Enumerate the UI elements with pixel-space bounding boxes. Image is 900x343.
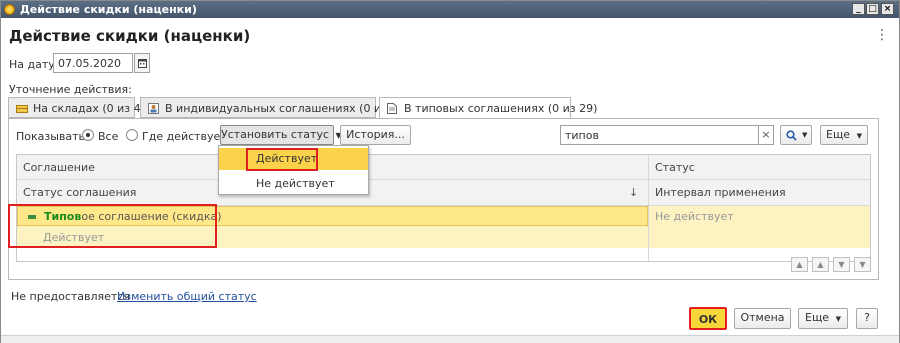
tab-individual-agreements[interactable]: В индивидуальных соглашениях (0 из 39) [140,97,409,118]
cancel-button[interactable]: Отмена [734,308,791,329]
refine-label: Уточнение действия: [9,83,132,96]
tab-label: На складах (0 из 42) [33,102,152,115]
sort-down-icon: ↓ [629,186,639,199]
callout-row [8,204,217,248]
search-icon [786,130,797,141]
title-bar: Действие скидки (наценки) _ □ × [1,1,899,18]
scroll-down-button[interactable]: ▼ [833,257,850,272]
tab-typical-agreements[interactable]: В типовых соглашениях (0 из 29) [379,97,597,119]
status-value: Не действует [655,210,734,223]
close-button[interactable]: × [881,3,894,15]
help-button[interactable]: ? [856,308,878,329]
show-label: Показывать: [16,130,89,143]
set-status-label: Установить статус [221,128,330,141]
search-input[interactable]: типов [560,125,759,145]
page-title: Действие скидки (наценки) [9,27,251,45]
menu-item-inactive[interactable]: Не действует [219,173,368,195]
callout-menu-item [246,148,318,171]
scroll-first-button[interactable]: ▲ [791,257,808,272]
radio-where-active-label[interactable]: Где действует [142,130,227,143]
minimize-button[interactable]: _ [852,3,865,15]
dropdown-arrow-icon: ▼ [835,315,841,323]
date-label: На дату: [9,58,59,71]
tab-label: В типовых соглашениях (0 из 29) [404,102,598,115]
radio-all-label[interactable]: Все [98,130,118,143]
more-button[interactable]: Еще ▼ [820,125,868,145]
status-text: Не предоставляется [11,290,130,303]
calendar-icon [138,59,147,68]
status-cell[interactable]: Не действует [649,206,870,248]
dialog-window: Действие скидки (наценки) _ □ × Действие… [0,0,900,343]
dropdown-arrow-icon: ▼ [856,132,862,140]
history-button[interactable]: История... [340,125,411,145]
radio-all[interactable] [82,129,94,141]
column-header-interval[interactable]: Интервал применения [649,180,870,206]
ok-button[interactable]: ОК [689,307,727,330]
more-label: Еще [826,128,851,141]
scroll-up-button[interactable]: ▲ [812,257,829,272]
app-icon [4,4,15,15]
bottom-strip [1,335,899,343]
radio-where-active[interactable] [126,129,138,141]
scroll-last-button[interactable]: ▼ [854,257,871,272]
clear-search-button[interactable]: × [758,125,774,145]
tab-warehouses[interactable]: На складах (0 из 42) [8,97,152,118]
change-status-link[interactable]: Изменить общий статус [117,290,257,303]
window-title: Действие скидки (наценки) [20,3,197,16]
warehouse-icon [16,105,28,113]
footer-more-button[interactable]: Еще ▼ [798,308,848,329]
set-status-button[interactable]: Установить статус ▼ [220,125,342,145]
dropdown-arrow-icon: ▼ [802,131,808,139]
maximize-button[interactable]: □ [866,3,879,15]
more-actions-icon[interactable]: ⋮ [875,27,889,43]
footer-more-label: Еще [805,311,830,324]
tab-label: В индивидуальных соглашениях (0 из 39) [165,102,409,115]
person-icon [148,103,159,114]
column-divider [648,155,649,261]
date-field[interactable]: 07.05.2020 [53,53,133,73]
search-button[interactable]: ▼ [780,125,812,145]
calendar-button[interactable] [134,53,150,73]
document-icon [387,103,397,114]
column-header-status[interactable]: Статус [649,155,870,180]
